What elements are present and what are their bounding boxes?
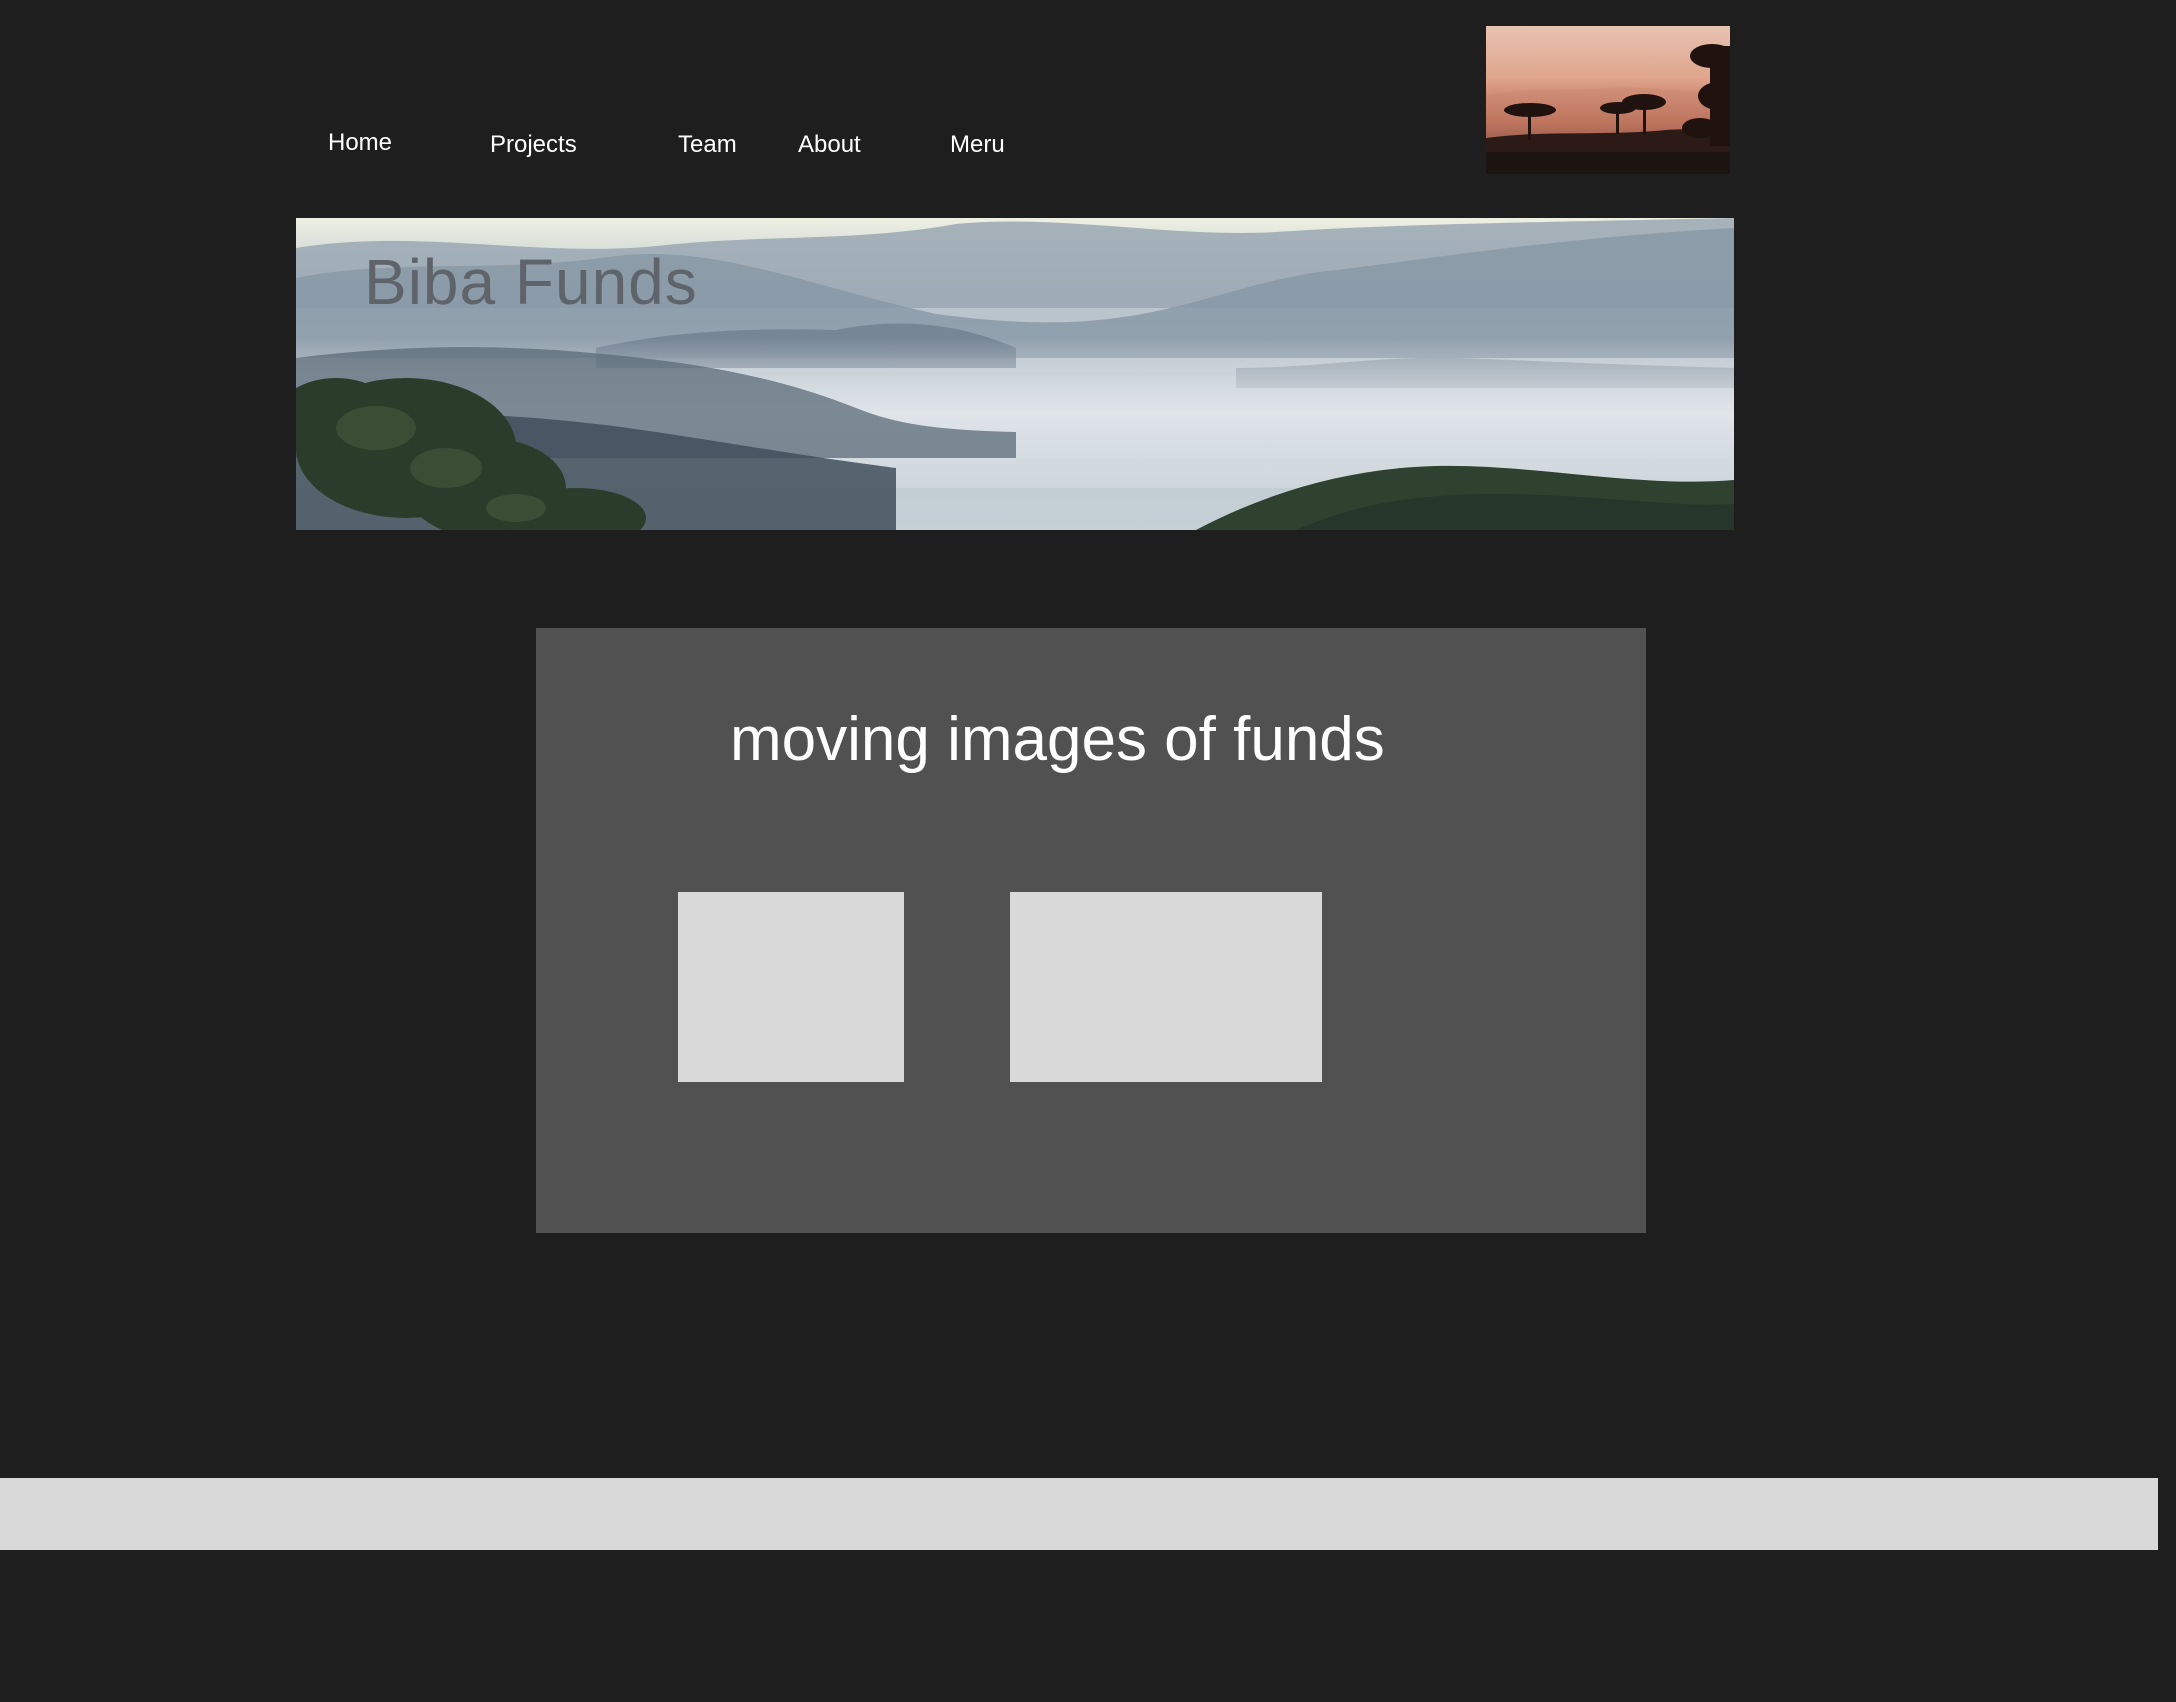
nav-link-home[interactable]: Home [328,128,392,158]
hero-banner: Biba Funds [296,218,1734,530]
footer-bar [0,1478,2158,1550]
fund-image-placeholder-1 [678,892,904,1082]
nav-link-meru[interactable]: Meru [950,130,1005,160]
nav-link-projects[interactable]: Projects [490,130,577,160]
logo-image [1486,26,1730,174]
funds-heading: moving images of funds [730,705,1385,774]
fund-image-placeholder-2 [1010,892,1322,1082]
hero-title: Biba Funds [364,246,698,318]
nav-link-team[interactable]: Team [678,130,737,160]
nav-link-about[interactable]: About [798,130,861,160]
funds-panel: moving images of funds [536,628,1646,1233]
